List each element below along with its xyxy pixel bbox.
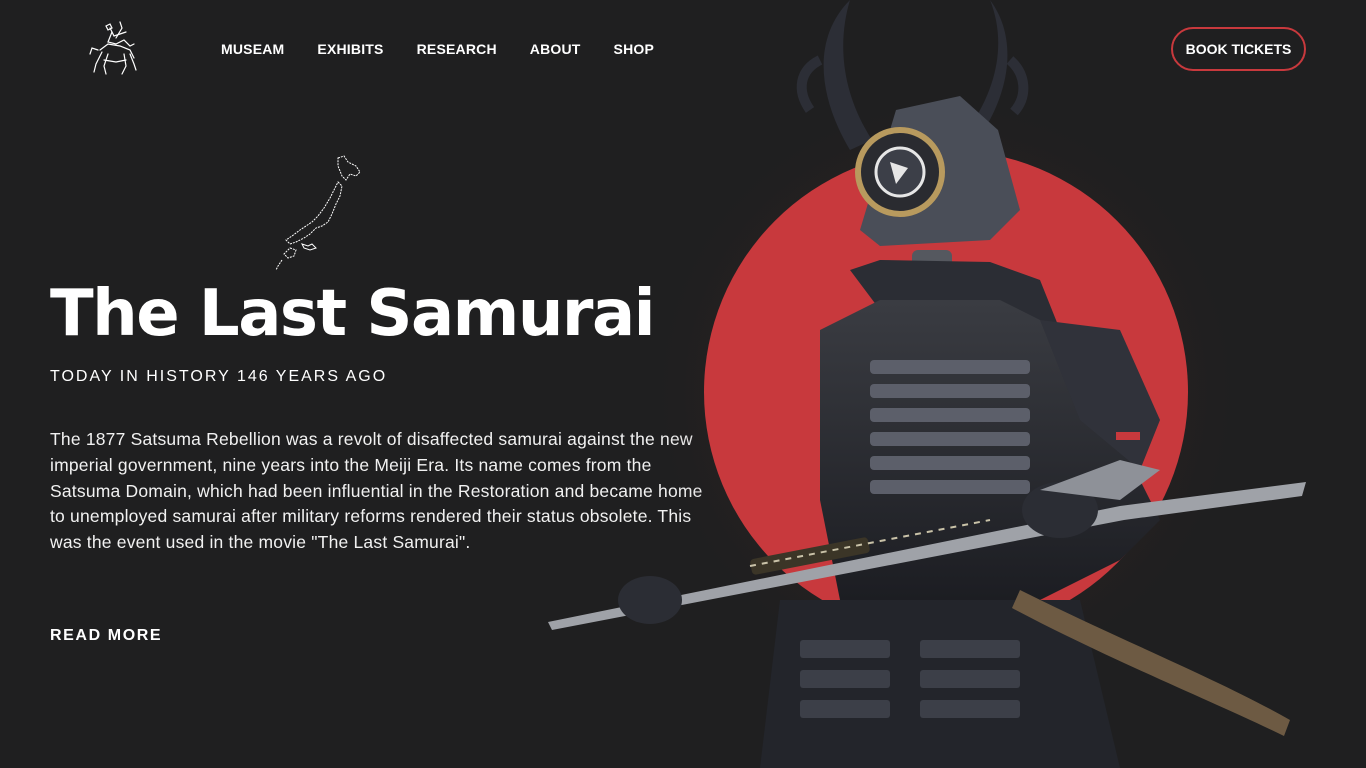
nav-item-museam[interactable]: MUSEAM [221, 41, 284, 57]
nav-item-exhibits[interactable]: EXHIBITS [317, 41, 383, 57]
nav-item-research[interactable]: RESEARCH [417, 41, 497, 57]
samurai-logo-icon[interactable] [86, 20, 142, 80]
page: MUSEAM EXHIBITS RESEARCH ABOUT SHOP BOOK… [0, 0, 1366, 768]
read-more-link[interactable]: READ MORE [50, 627, 162, 645]
japan-map-icon [272, 152, 364, 272]
samurai-armor-image [520, 0, 1366, 768]
hero-subtitle: TODAY IN HISTORY 146 YEARS AGO [50, 368, 388, 385]
